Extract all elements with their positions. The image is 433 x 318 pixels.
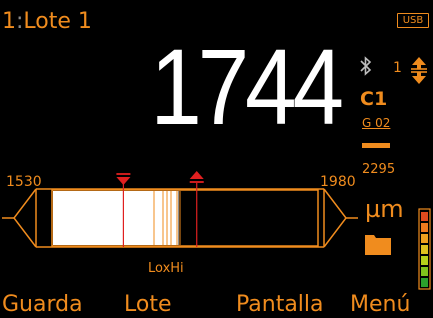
upper-limit-value: 2295 — [362, 162, 396, 177]
lower-limit-marker-icon — [116, 173, 131, 185]
battery-segment — [421, 223, 428, 232]
unit-label: µm — [365, 195, 404, 223]
up-down-arrows-icon[interactable] — [410, 55, 428, 85]
batch-number: 1 — [2, 9, 16, 34]
menu-softkey[interactable]: Menú — [350, 292, 410, 318]
batch-name: Lote 1 — [23, 9, 92, 34]
calibration-indicator-bar — [362, 143, 390, 148]
battery-segment — [421, 278, 428, 287]
gauge-screen: 1:Lote 1 USB 1744 1 C1 G 02 2295 1530 19… — [0, 0, 433, 318]
battery-segment — [421, 256, 428, 265]
battery-segment — [421, 267, 428, 276]
batch-softkey[interactable]: Lote — [124, 292, 172, 318]
thickness-bar-graph — [2, 171, 358, 248]
scroll-left-arrow-icon[interactable] — [13, 188, 37, 248]
battery-segment — [421, 245, 428, 254]
save-softkey[interactable]: Guarda — [2, 292, 83, 318]
usb-status-badge: USB — [397, 13, 429, 28]
reading-fill-bar — [53, 191, 179, 245]
calibration-sub-label: G 02 — [362, 116, 391, 130]
battery-segment — [421, 234, 428, 243]
batch-title: 1:Lote 1 — [2, 10, 92, 34]
folder-icon[interactable] — [364, 232, 392, 256]
softkey-bar: Guarda Lote Pantalla Menú — [0, 292, 433, 318]
battery-segment — [421, 212, 428, 221]
battery-level-icon — [418, 208, 431, 290]
calibration-label: C1 — [360, 88, 388, 110]
lo-hi-label: LoxHi — [148, 261, 184, 276]
display-softkey[interactable]: Pantalla — [236, 292, 324, 318]
upper-limit-marker-icon — [189, 171, 204, 183]
scroll-right-arrow-icon[interactable] — [323, 188, 347, 248]
page-indicator: 1 — [393, 60, 402, 76]
thickness-reading: 1744 — [150, 26, 344, 147]
bluetooth-icon — [360, 56, 372, 76]
